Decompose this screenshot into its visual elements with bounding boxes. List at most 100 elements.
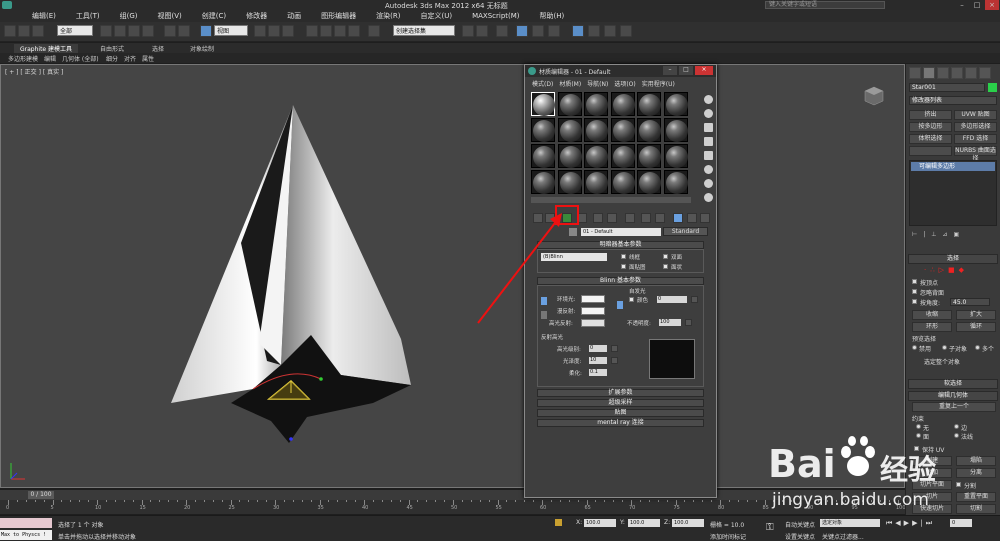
y-coord-field[interactable]: 100.0 <box>628 519 660 527</box>
mated-menu-material[interactable]: 材质(M) <box>556 79 584 88</box>
go-to-parent-icon[interactable] <box>687 213 697 223</box>
menu-modifiers[interactable]: 修改器 <box>236 11 277 21</box>
preview-disable-radio[interactable] <box>912 345 917 350</box>
angle-field[interactable]: 45.0 <box>950 298 990 306</box>
display-tab-icon[interactable] <box>965 67 977 79</box>
material-editor-titlebar[interactable]: 材质编辑器 - 01 - Default – □ × <box>525 65 716 77</box>
ignore-backface-checkbox[interactable] <box>912 289 917 294</box>
lock-selection-icon[interactable] <box>555 519 562 526</box>
ambient-color-swatch[interactable] <box>581 295 605 303</box>
mated-maximize-icon[interactable]: □ <box>679 66 693 75</box>
by-vertex-checkbox[interactable] <box>912 279 917 284</box>
material-sample-slot[interactable] <box>663 92 688 116</box>
constraint-edge-radio[interactable] <box>954 424 959 429</box>
snap-3d-icon[interactable] <box>306 25 318 37</box>
material-sample-slot[interactable] <box>610 170 635 194</box>
select-rollout[interactable]: 选择 <box>908 254 998 264</box>
subtab-poly-modeling[interactable]: 多边形建模 <box>8 54 38 63</box>
bind-spacewarp-icon[interactable] <box>32 25 44 37</box>
stack-item-editable-poly[interactable]: 可编辑多边形 <box>911 162 995 171</box>
material-sample-slot[interactable] <box>584 144 608 168</box>
viewcube-icon[interactable] <box>863 85 885 107</box>
glossiness-map-button[interactable] <box>611 357 618 364</box>
maxscript-mini-listener[interactable]: Max to Physcs ! <box>0 530 52 540</box>
empty-modifier-button[interactable] <box>909 146 952 156</box>
create-tab-icon[interactable] <box>909 67 921 79</box>
render-icon[interactable] <box>620 25 632 37</box>
rendered-frame-icon[interactable] <box>604 25 616 37</box>
angle-snap-icon[interactable] <box>320 25 332 37</box>
extended-params-rollout[interactable]: 扩展参数 <box>537 389 704 397</box>
mated-menu-mode[interactable]: 模式(D) <box>529 79 556 88</box>
mental-ray-rollout[interactable]: mental ray 连接 <box>537 419 704 427</box>
menu-create[interactable]: 创建(C) <box>192 11 236 21</box>
self-illum-color-checkbox[interactable] <box>629 297 634 302</box>
mated-close-icon[interactable]: × <box>695 66 713 75</box>
hierarchy-tab-icon[interactable] <box>937 67 949 79</box>
material-sample-slot[interactable] <box>557 92 582 116</box>
align-icon[interactable] <box>476 25 488 37</box>
video-color-check-icon[interactable] <box>704 151 713 160</box>
spec-level-map-button[interactable] <box>611 345 618 352</box>
graphite-toggle-icon[interactable] <box>516 25 528 37</box>
key-icon[interactable]: ⚿ <box>766 522 778 534</box>
tab-selection[interactable]: 选择 <box>152 44 164 53</box>
minimize-icon[interactable]: – <box>955 0 969 10</box>
x-coord-field[interactable]: 100.0 <box>584 519 616 527</box>
poly-select-button[interactable]: 按多边形 <box>909 122 952 132</box>
select-object-icon[interactable] <box>100 25 112 37</box>
ring-button[interactable]: 环形 <box>912 322 952 332</box>
unlink-icon[interactable] <box>18 25 30 37</box>
maxscript-listener-input[interactable] <box>0 518 52 528</box>
glossiness-field[interactable]: 10 <box>589 357 607 364</box>
pivot-icon[interactable] <box>254 25 266 37</box>
material-name-field[interactable]: 01 - Default <box>581 228 661 236</box>
percent-snap-icon[interactable] <box>334 25 346 37</box>
spec-level-field[interactable]: 0 <box>589 345 607 352</box>
soft-select-rollout[interactable]: 软选择 <box>908 379 998 389</box>
two-sided-checkbox[interactable] <box>663 254 668 259</box>
mirror-icon[interactable] <box>462 25 474 37</box>
mated-minimize-icon[interactable]: – <box>663 66 677 75</box>
diffuse-color-swatch[interactable] <box>581 307 605 315</box>
nurbs-select-button[interactable]: NURBS 曲面选择 <box>954 146 997 162</box>
modify-tab-icon[interactable] <box>923 67 935 79</box>
material-sample-slot[interactable] <box>610 92 635 116</box>
mated-menu-navigation[interactable]: 导航(N) <box>584 79 611 88</box>
viewport-label[interactable]: [ + ] [ 正交 ] [ 真实 ] <box>5 67 63 76</box>
slots-scrollbar[interactable] <box>531 197 691 203</box>
set-key-button[interactable]: 设置关键点 <box>785 532 815 541</box>
wire-checkbox[interactable] <box>621 254 626 259</box>
ffd-select-button[interactable]: FFD 选择 <box>954 134 997 144</box>
mated-menu-options[interactable]: 选项(O) <box>611 79 638 88</box>
material-sample-slot[interactable] <box>557 144 582 168</box>
menu-maxscript[interactable]: MAXScript(M) <box>462 12 529 20</box>
constraint-none-radio[interactable] <box>916 424 921 429</box>
preview-subobj-radio[interactable] <box>942 345 947 350</box>
show-map-icon[interactable] <box>655 213 665 223</box>
uv-tiling-icon[interactable] <box>704 137 713 146</box>
material-id-icon[interactable] <box>641 213 651 223</box>
layer-manager-icon[interactable] <box>496 25 508 37</box>
shrink-button[interactable]: 收缩 <box>912 310 952 320</box>
window-crossing-icon[interactable] <box>142 25 154 37</box>
material-sample-slot[interactable] <box>531 92 555 116</box>
menu-animation[interactable]: 动画 <box>277 11 311 21</box>
manipulate-icon[interactable] <box>268 25 280 37</box>
close-icon[interactable]: × <box>985 0 999 10</box>
make-preview-icon[interactable] <box>704 165 713 174</box>
object-name-field[interactable]: Star001 <box>909 83 985 92</box>
material-editor-icon[interactable] <box>572 25 584 37</box>
self-illum-value-field[interactable]: 0 <box>657 296 687 303</box>
viewport-perspective[interactable]: [ + ] [ 正交 ] [ 真实 ] <box>0 64 905 488</box>
edit-named-sel-icon[interactable] <box>368 25 380 37</box>
self-illum-map-button[interactable] <box>691 296 698 303</box>
go-forward-sibling-icon[interactable] <box>700 213 710 223</box>
grow-button[interactable]: 扩大 <box>956 310 996 320</box>
loop-button[interactable]: 循环 <box>956 322 996 332</box>
object-color-swatch[interactable] <box>988 83 997 92</box>
material-sample-slot[interactable] <box>557 170 582 194</box>
backlight-icon[interactable] <box>704 109 713 118</box>
named-selection-dropdown[interactable]: 创建选择集 <box>393 25 455 36</box>
subtab-subdivision[interactable]: 细分 <box>106 54 118 63</box>
